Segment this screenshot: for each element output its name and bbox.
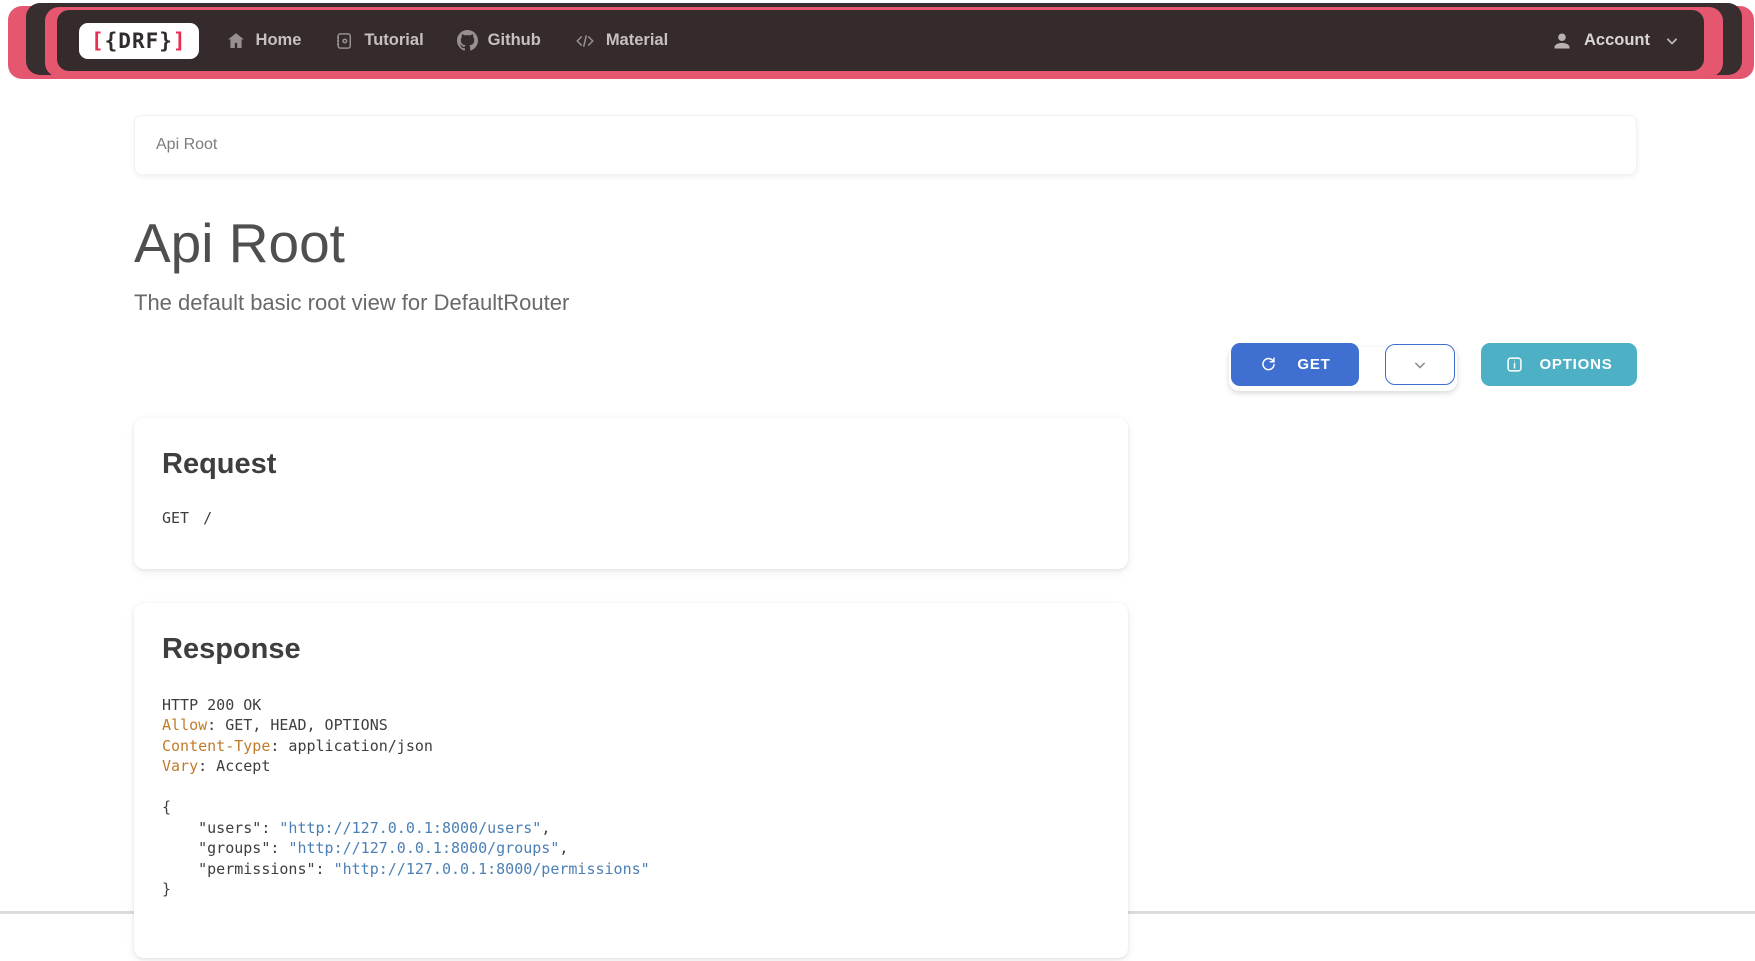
logo-left-bracket: [ <box>91 29 105 53</box>
page-title: Api Root <box>134 215 1637 273</box>
response-header-value: : Accept <box>198 757 270 775</box>
actions-row: GET OPTIONS <box>134 342 1637 388</box>
nav-item-label: Home <box>256 31 302 50</box>
refresh-icon <box>1259 355 1278 374</box>
navbar: [{DRF}] Home Tutorial Github <box>57 10 1704 71</box>
json-open-brace: { <box>162 798 171 816</box>
response-json-line: "users": "http://127.0.0.1:8000/users", <box>162 818 1100 839</box>
nav-links: Home Tutorial Github Material <box>226 30 669 52</box>
account-menu[interactable]: Account <box>1552 31 1682 51</box>
nav-item-label: Tutorial <box>364 31 423 50</box>
request-method: GET <box>162 509 189 527</box>
navbar-right: Account <box>1552 31 1682 51</box>
account-label: Account <box>1584 31 1650 50</box>
response-json-line: "permissions": "http://127.0.0.1:8000/pe… <box>162 859 1100 880</box>
main-content: Api Root Api Root The default basic root… <box>134 84 1637 958</box>
response-header-name: Content-Type <box>162 737 270 755</box>
response-header-line: Allow: GET, HEAD, OPTIONS <box>162 715 1100 736</box>
response-header-line: Vary: Accept <box>162 756 1100 777</box>
json-comma: , <box>559 839 568 857</box>
request-card-title: Request <box>162 448 1100 481</box>
json-comma: , <box>541 819 550 837</box>
info-icon <box>1505 355 1524 374</box>
nav-item-label: Github <box>488 31 541 50</box>
request-path: / <box>203 509 212 527</box>
get-button-label: GET <box>1297 356 1330 373</box>
response-status-text: HTTP 200 OK <box>162 696 261 714</box>
get-button[interactable]: GET <box>1231 343 1359 386</box>
response-url-link[interactable]: "http://127.0.0.1:8000/groups" <box>288 839 559 857</box>
chevron-down-icon <box>1662 31 1682 51</box>
nav-item-material[interactable]: Material <box>574 30 668 52</box>
brand-logo[interactable]: [{DRF}] <box>79 23 199 59</box>
response-url-link[interactable]: "http://127.0.0.1:8000/users" <box>279 819 541 837</box>
response-card-title: Response <box>162 633 1100 666</box>
response-status-line: HTTP 200 OK <box>162 695 1100 716</box>
json-key: "users": <box>162 819 279 837</box>
request-line: GET / <box>162 509 1100 527</box>
response-blank-line <box>162 777 1100 798</box>
nav-item-tutorial[interactable]: Tutorial <box>334 31 423 51</box>
get-format-dropdown-button[interactable] <box>1385 344 1455 385</box>
breadcrumb-item-api-root[interactable]: Api Root <box>156 136 217 154</box>
response-header-value: : application/json <box>270 737 433 755</box>
response-url-link[interactable]: "http://127.0.0.1:8000/permissions" <box>334 860 650 878</box>
request-card: Request GET / <box>134 418 1128 569</box>
options-button-label: OPTIONS <box>1539 356 1612 373</box>
page-subtitle: The default basic root view for DefaultR… <box>134 290 1637 316</box>
response-header-value: : GET, HEAD, OPTIONS <box>207 716 388 734</box>
get-button-group: GET <box>1231 343 1455 386</box>
nav-item-github[interactable]: Github <box>457 30 541 51</box>
person-icon <box>1552 31 1572 51</box>
journal-icon <box>334 31 354 51</box>
response-json-line: "groups": "http://127.0.0.1:8000/groups"… <box>162 838 1100 859</box>
json-key: "permissions": <box>162 860 334 878</box>
logo-right-bracket: ] <box>173 29 187 53</box>
github-icon <box>457 30 478 51</box>
response-header-name: Allow <box>162 716 207 734</box>
nav-item-home[interactable]: Home <box>226 31 302 51</box>
response-json-line: { <box>162 797 1100 818</box>
json-key: "groups": <box>162 839 288 857</box>
breadcrumb: Api Root <box>134 115 1637 175</box>
top-navbar: [{DRF}] Home Tutorial Github <box>0 0 1755 84</box>
options-button[interactable]: OPTIONS <box>1481 343 1637 386</box>
home-icon <box>226 31 246 51</box>
response-header-line: Content-Type: application/json <box>162 736 1100 757</box>
nav-item-label: Material <box>606 31 668 50</box>
logo-core: {DRF} <box>105 29 173 53</box>
response-card: Response HTTP 200 OKAllow: GET, HEAD, OP… <box>134 603 1128 958</box>
response-body: HTTP 200 OKAllow: GET, HEAD, OPTIONSCont… <box>162 695 1100 900</box>
response-header-name: Vary <box>162 757 198 775</box>
json-close-brace: } <box>162 880 171 898</box>
response-json-line: } <box>162 879 1100 900</box>
code-icon <box>574 30 596 52</box>
chevron-down-icon <box>1410 355 1430 375</box>
